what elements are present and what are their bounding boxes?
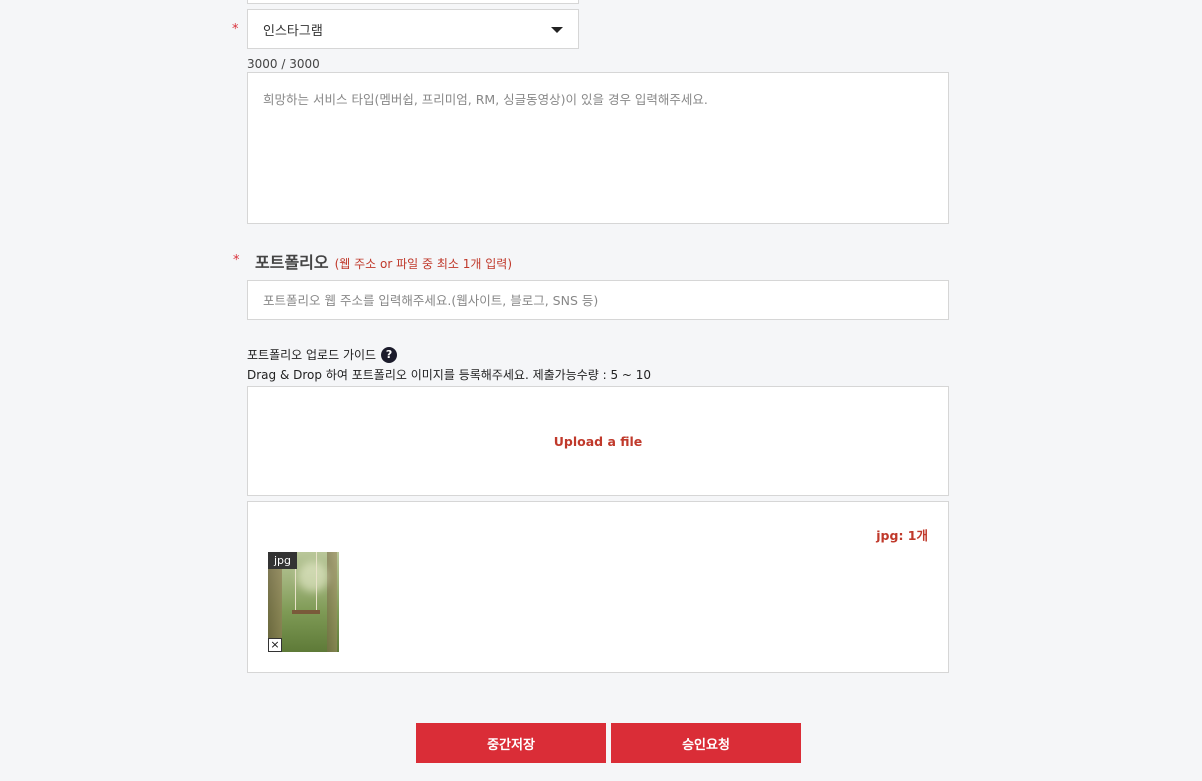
chevron-down-icon — [551, 27, 563, 33]
thumbnail-image-detail — [327, 552, 337, 652]
thumbnail-image-detail — [292, 610, 320, 614]
portfolio-title: 포트폴리오 — [255, 253, 329, 272]
file-count: jpg: 1개 — [876, 528, 928, 543]
upload-file-link[interactable]: Upload a file — [554, 434, 643, 449]
upload-guide-label: 포트폴리오 업로드 가이드 — [247, 348, 377, 362]
sns-type-selected-value: 인스타그램 — [263, 23, 323, 39]
previous-field-box — [247, 0, 579, 4]
application-form: * 인스타그램 3000 / 3000 * 포트폴리오 (웹 주소 or 파일 … — [0, 0, 1202, 781]
required-mark: * — [232, 22, 239, 37]
char-counter: 3000 / 3000 — [247, 57, 320, 71]
request-approval-button[interactable]: 승인요청 — [611, 723, 801, 763]
thumbnail-image-detail — [298, 562, 328, 592]
thumbnail-image-detail — [316, 552, 317, 612]
remove-file-icon[interactable]: × — [268, 638, 282, 652]
service-type-textarea[interactable] — [247, 72, 949, 224]
sns-type-select[interactable]: 인스타그램 — [247, 9, 579, 49]
portfolio-heading: 포트폴리오 (웹 주소 or 파일 중 최소 1개 입력) — [255, 249, 512, 273]
file-thumbnail[interactable]: jpg × — [268, 552, 339, 652]
upload-guide-title: 포트폴리오 업로드 가이드 ? — [247, 346, 398, 363]
portfolio-hint: (웹 주소 or 파일 중 최소 1개 입력) — [334, 257, 513, 271]
upload-guide-description: Drag & Drop 하여 포트폴리오 이미지를 등록해주세요. 제출가능수량… — [247, 368, 652, 382]
file-dropzone[interactable]: Upload a file — [247, 386, 949, 496]
required-mark: * — [233, 253, 240, 268]
save-draft-button[interactable]: 중간저장 — [416, 723, 606, 763]
uploaded-file-list: jpg: 1개 jpg × — [247, 501, 949, 673]
portfolio-url-input[interactable] — [247, 280, 949, 320]
help-icon[interactable]: ? — [381, 346, 398, 363]
file-type-badge: jpg — [268, 552, 298, 569]
